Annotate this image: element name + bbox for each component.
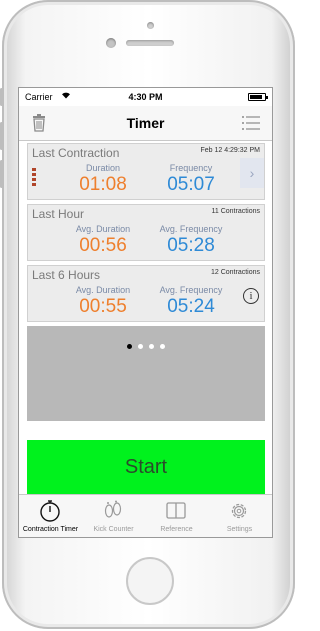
frequency-value: 05:07 xyxy=(167,174,215,195)
card-title: Last Contraction xyxy=(32,146,120,160)
avg-frequency-value: 05:28 xyxy=(167,235,215,256)
page-dot[interactable] xyxy=(160,344,165,349)
page-dot[interactable] xyxy=(127,344,132,349)
avg-duration-value: 00:56 xyxy=(79,235,127,256)
mute-switch xyxy=(0,88,3,106)
status-bar: Carrier 4:30 PM xyxy=(19,88,272,106)
card-title: Last Hour xyxy=(32,207,85,221)
earpiece-speaker xyxy=(126,40,174,46)
tab-contraction-timer[interactable]: Contraction Timer xyxy=(19,495,82,537)
battery-level xyxy=(250,95,262,99)
avg-duration-label: Avg. Duration xyxy=(75,224,131,234)
avg-frequency-label: Avg. Frequency xyxy=(159,285,223,295)
tab-kick-counter[interactable]: Kick Counter xyxy=(82,495,145,537)
contraction-timestamp: Feb 12 4:29:32 PM xyxy=(200,147,260,154)
gear-icon xyxy=(231,503,247,519)
proximity-sensor xyxy=(106,38,116,48)
duration-label: Duration xyxy=(85,163,121,173)
contraction-count: 12 Contractions xyxy=(210,269,260,276)
battery-icon xyxy=(248,93,268,101)
tab-reference[interactable]: Reference xyxy=(145,495,208,537)
tab-bar: Contraction Timer Kick Counter Reference xyxy=(19,494,272,537)
navigation-bar: Timer xyxy=(19,106,272,141)
page-dot[interactable] xyxy=(149,344,154,349)
volume-down-button xyxy=(0,160,3,188)
status-time: 4:30 PM xyxy=(128,92,163,102)
tab-label: Kick Counter xyxy=(93,526,134,533)
last-hour-card: Last Hour 11 Contractions Avg. Duration … xyxy=(27,204,265,261)
page-title: Timer xyxy=(126,115,165,131)
tab-label: Contraction Timer xyxy=(22,526,79,533)
info-icon[interactable]: i xyxy=(243,288,259,304)
chart-area xyxy=(27,326,265,421)
chevron-right-icon[interactable]: › xyxy=(240,158,264,188)
last-6-hours-card: Last 6 Hours 12 Contractions Avg. Durati… xyxy=(27,265,265,322)
duration-value: 01:08 xyxy=(79,174,127,195)
home-button[interactable] xyxy=(126,557,174,605)
stopwatch-icon xyxy=(40,500,60,522)
list-icon[interactable] xyxy=(241,113,261,133)
app-screen: Carrier 4:30 PM Timer Last Contraction F… xyxy=(19,88,272,537)
avg-duration-label: Avg. Duration xyxy=(75,285,131,295)
volume-up-button xyxy=(0,122,3,150)
front-camera xyxy=(147,22,154,29)
footprints-icon xyxy=(104,500,122,518)
contraction-count: 11 Contractions xyxy=(211,208,260,215)
tab-label: Settings xyxy=(226,526,253,533)
intensity-bars-icon xyxy=(32,168,36,188)
frequency-label: Frequency xyxy=(169,163,213,173)
start-button[interactable]: Start xyxy=(27,440,265,494)
card-title: Last 6 Hours xyxy=(32,268,101,282)
avg-duration-value: 00:55 xyxy=(79,296,127,317)
tab-settings[interactable]: Settings xyxy=(208,495,271,537)
avg-frequency-label: Avg. Frequency xyxy=(159,224,223,234)
tab-label: Reference xyxy=(160,526,193,533)
spacer-bar xyxy=(27,421,265,440)
avg-frequency-value: 05:24 xyxy=(167,296,215,317)
last-contraction-card[interactable]: Last Contraction Feb 12 4:29:32 PM Durat… xyxy=(27,143,265,200)
page-indicator[interactable] xyxy=(27,336,265,354)
page-dot[interactable] xyxy=(138,344,143,349)
book-icon xyxy=(166,502,186,519)
